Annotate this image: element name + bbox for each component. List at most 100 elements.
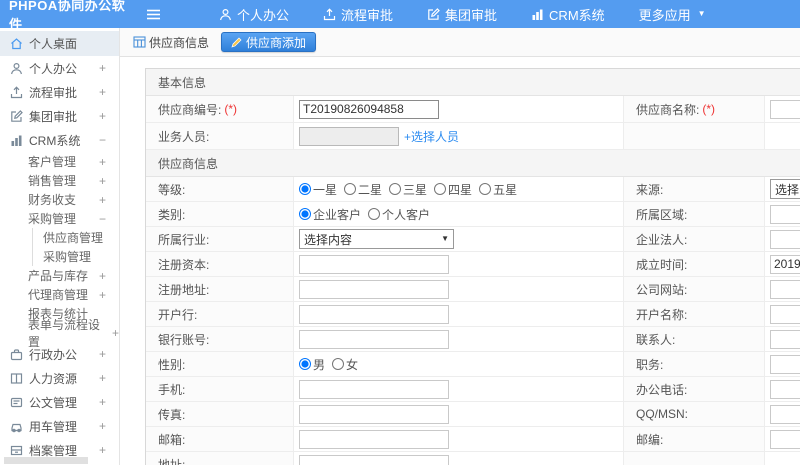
sidebar-item-agent-management[interactable]: 代理商管理 + (0, 285, 119, 304)
bank-account-input[interactable] (299, 329, 449, 349)
sidebar-item-finance[interactable]: 财务收支 + (0, 190, 119, 209)
user-icon (220, 8, 231, 20)
sidebar-item-customer-management[interactable]: 客户管理 + (0, 152, 119, 171)
expand-toggle[interactable]: + (99, 347, 106, 361)
fax-input[interactable] (299, 404, 449, 424)
sidebar-item-sales-management[interactable]: 销售管理 + (0, 171, 119, 190)
contact-person-input[interactable] (770, 329, 800, 349)
topnav-more-apps[interactable]: 更多应用 ▼ (622, 0, 723, 28)
field-label: 来源: (624, 177, 765, 201)
topnav-group-approval[interactable]: 集团审批 (410, 0, 514, 28)
grade-radio[interactable] (389, 183, 402, 195)
grade-radio[interactable] (434, 183, 447, 195)
expand-toggle[interactable]: + (99, 174, 106, 188)
sidebar-item-vehicle-management[interactable]: 用车管理 + (0, 414, 119, 438)
industry-select[interactable]: 选择内容 ▼ (299, 229, 454, 249)
job-title-input[interactable] (770, 354, 800, 374)
field-label: 供应商名称: (*) (624, 96, 765, 122)
legal-person-input[interactable] (770, 229, 800, 249)
sidebar-toggle-button[interactable] (138, 8, 168, 21)
expand-toggle[interactable]: + (99, 371, 106, 385)
topnav-personal-office[interactable]: 个人办公 (202, 0, 306, 28)
archive-icon (10, 444, 23, 457)
category-radio[interactable] (368, 208, 381, 220)
grade-radio[interactable] (299, 183, 311, 195)
grade-radio[interactable] (479, 183, 492, 195)
sidebar-item-purchasing[interactable]: 采购管理 (32, 247, 119, 266)
form-row: 等级: 一星 二星 三星 四星 五星 来源: 选择内容 ▼ (146, 177, 800, 202)
sidebar-item-supplier-management[interactable]: 供应商管理 (32, 228, 119, 247)
sidebar-item-form-workflow-settings[interactable]: 表单与流程设置 + (0, 318, 119, 349)
topnav-crm-system[interactable]: CRM系统 (514, 0, 622, 28)
sidebar-item-group-approval[interactable]: 集团审批 + (0, 104, 119, 128)
expand-toggle[interactable]: + (99, 288, 106, 302)
expand-toggle[interactable]: + (99, 85, 106, 99)
section-title: 基本信息 (158, 75, 207, 90)
supplier-code-input[interactable] (299, 99, 439, 119)
field-label: 企业法人: (624, 227, 765, 251)
expand-toggle[interactable]: + (99, 61, 106, 75)
account-name-input[interactable] (770, 304, 800, 324)
sidebar-item-label: 产品与库存 (28, 269, 89, 283)
expand-toggle[interactable]: + (99, 193, 106, 207)
sidebar-item-personal-desktop[interactable]: 个人桌面 (0, 31, 119, 56)
gender-radio[interactable] (332, 358, 345, 370)
field-label: 传真: (146, 402, 294, 426)
choose-person-link[interactable]: +选择人员 (404, 128, 459, 145)
registered-capital-input[interactable] (299, 254, 449, 274)
expand-toggle[interactable]: + (112, 326, 119, 340)
collapse-toggle[interactable]: − (99, 133, 106, 147)
field-label: 类别: (146, 202, 294, 226)
topbar: PHPOA协同办公软件 个人办公 流程审批 集团审批 CRM系统 更多应用 ▼ (0, 0, 800, 32)
sidebar-item-purchase-management[interactable]: 采购管理 − (0, 209, 119, 228)
form-row: 性别: 男 女 职务: (146, 352, 800, 377)
form-row: 所属行业: 选择内容 ▼ 企业法人: (146, 227, 800, 252)
sidebar-item-administration[interactable]: 行政办公 + (0, 342, 119, 366)
sidebar-item-crm-system[interactable]: CRM系统 − (0, 128, 119, 152)
expand-toggle[interactable]: + (99, 395, 106, 409)
postcode-input[interactable] (770, 429, 800, 449)
sidebar-item-document-management[interactable]: 公文管理 + (0, 390, 119, 414)
main-content: 基本信息 供应商编号: (*) 供应商名称: (*) 业务人员: (120, 57, 800, 465)
grade-radio[interactable] (344, 183, 357, 195)
address-input[interactable] (299, 455, 449, 465)
sidebar-item-label: 个人办公 (29, 61, 78, 76)
topnav-workflow-approval[interactable]: 流程审批 (306, 0, 410, 28)
car-icon (10, 420, 23, 433)
registered-address-input[interactable] (299, 279, 449, 299)
tab-supplier-info[interactable]: 供应商信息 (133, 34, 217, 51)
field-label: 所属区域: (624, 202, 765, 226)
expand-toggle[interactable]: + (99, 443, 106, 457)
expand-toggle[interactable]: + (99, 109, 106, 123)
gender-radio[interactable] (299, 358, 311, 370)
sidebar-item-workflow-approval[interactable]: 流程审批 + (0, 80, 119, 104)
expand-toggle[interactable]: + (99, 419, 106, 433)
office-phone-input[interactable] (770, 379, 800, 399)
sidebar-item-product-inventory[interactable]: 产品与库存 + (0, 266, 119, 285)
sidebar-item-label: 人力资源 (29, 371, 78, 386)
expand-toggle[interactable]: + (99, 269, 106, 283)
book-icon (10, 372, 23, 385)
form-row: 银行账号: 联系人: (146, 327, 800, 352)
sidebar-item-label: CRM系统 (29, 133, 81, 148)
bank-branch-input[interactable] (299, 304, 449, 324)
region-input[interactable] (770, 204, 800, 224)
supplier-name-input[interactable] (770, 99, 800, 119)
founding-date-input[interactable] (770, 254, 800, 274)
qq-msn-input[interactable] (770, 404, 800, 424)
sales-person-input[interactable] (299, 126, 399, 146)
edit-icon (428, 7, 440, 20)
tab-supplier-add[interactable]: 供应商添加 (221, 32, 317, 52)
form-row: 邮箱: 邮编: (146, 427, 800, 452)
category-radio[interactable] (299, 208, 311, 220)
mobile-input[interactable] (299, 379, 449, 399)
company-website-input[interactable] (770, 279, 800, 299)
expand-toggle[interactable]: + (99, 155, 106, 169)
sidebar-item-personal-office[interactable]: 个人办公 + (0, 56, 119, 80)
collapse-toggle[interactable]: − (99, 212, 106, 226)
sidebar-item-label: 流程审批 (29, 85, 78, 100)
field-label: QQ/MSN: (624, 402, 765, 426)
sidebar-item-human-resources[interactable]: 人力资源 + (0, 366, 119, 390)
email-input[interactable] (299, 429, 449, 449)
source-select[interactable]: 选择内容 ▼ (770, 179, 800, 199)
